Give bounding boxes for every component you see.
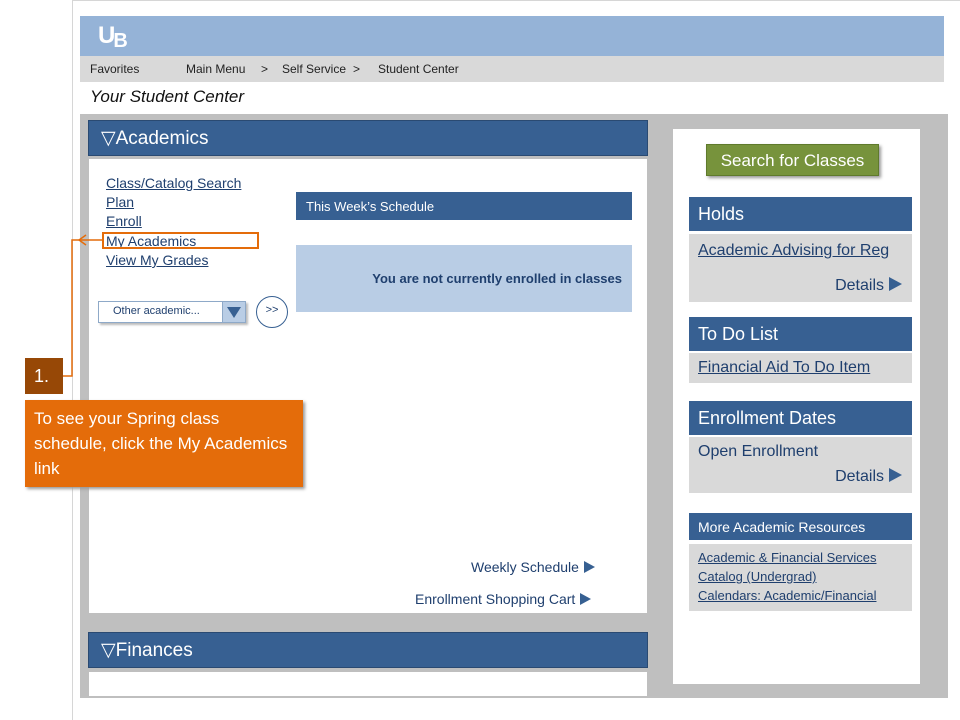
callout-step-number: 1. xyxy=(25,358,63,394)
callout-instruction: To see your Spring class schedule, click… xyxy=(25,400,303,487)
callout-connector xyxy=(63,234,102,377)
